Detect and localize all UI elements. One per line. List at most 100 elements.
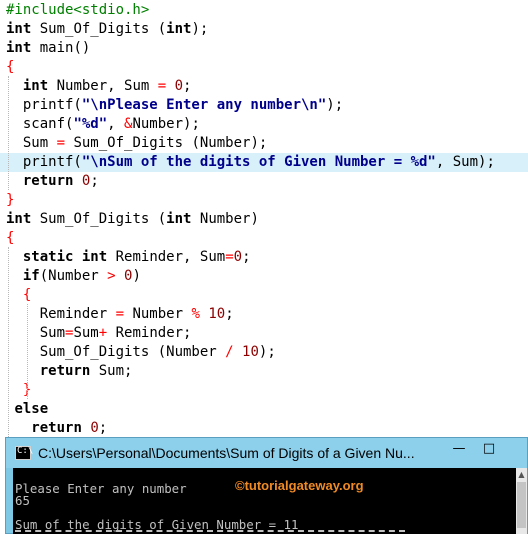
- code-token: scanf(: [6, 116, 74, 132]
- code-line[interactable]: return 0;: [0, 172, 528, 191]
- code-token: ;: [242, 249, 251, 265]
- code-token: Reminder;: [107, 325, 192, 341]
- console-output[interactable]: Please Enter any number 65 Sum of the di…: [13, 468, 516, 534]
- scroll-up-arrow-icon[interactable]: ▲: [516, 470, 527, 480]
- code-token: ): [132, 268, 141, 284]
- code-line[interactable]: int Sum_Of_Digits (int);: [0, 20, 528, 39]
- indent-guide: [8, 76, 9, 190]
- code-token: Sum_Of_Digits (Number);: [65, 135, 268, 151]
- code-line[interactable]: int Number, Sum = 0;: [0, 77, 528, 96]
- console-title: C:\Users\Personal\Documents\Sum of Digit…: [38, 445, 415, 461]
- indent-guide: [8, 247, 9, 437]
- code-line[interactable]: {: [0, 58, 528, 77]
- console-titlebar[interactable]: C:\ C:\Users\Personal\Documents\Sum of D…: [6, 438, 527, 468]
- console-window[interactable]: C:\ C:\Users\Personal\Documents\Sum of D…: [5, 437, 528, 534]
- code-token: int: [166, 211, 192, 227]
- code-token: printf(: [6, 154, 82, 170]
- watermark: ©tutorialgateway.org: [235, 478, 364, 493]
- code-token: /: [225, 344, 234, 360]
- code-line[interactable]: return Sum;: [0, 362, 528, 381]
- console-output-line: 65: [15, 493, 30, 508]
- code-token: int: [6, 21, 32, 37]
- code-token: Number);: [132, 116, 200, 132]
- code-token: int: [6, 211, 32, 227]
- code-token: int: [81, 249, 108, 265]
- code-token: =: [56, 135, 66, 151]
- scroll-thumb[interactable]: [517, 482, 526, 528]
- code-line-highlighted[interactable]: printf("\nSum of the digits of Given Num…: [0, 153, 528, 172]
- code-token: Number): [191, 211, 259, 227]
- code-token: int: [22, 78, 49, 94]
- code-line[interactable]: int main(): [0, 39, 528, 58]
- code-token: Sum: [6, 325, 66, 341]
- code-token: Sum: [73, 325, 99, 341]
- minimize-button[interactable]: —: [444, 438, 474, 460]
- code-token: {: [6, 230, 15, 246]
- console-output-line: Please Enter any number: [15, 481, 187, 496]
- console-icon-text: C:\: [17, 446, 34, 456]
- code-token: {: [22, 287, 32, 303]
- code-token: #include<stdio.h>: [6, 2, 150, 18]
- code-token: Sum_Of_Digits: [31, 21, 158, 37]
- code-line[interactable]: }: [0, 191, 528, 210]
- code-token: 0: [90, 420, 99, 436]
- code-token: );: [326, 97, 344, 113]
- code-token: Number: [124, 306, 192, 322]
- code-token: return: [39, 363, 91, 379]
- code-line[interactable]: return 0;: [0, 419, 528, 438]
- maximize-button[interactable]: □: [474, 438, 504, 460]
- code-token: ,: [107, 116, 125, 132]
- code-token: "\nPlease Enter any number\n": [81, 97, 327, 113]
- indent-guide: [27, 304, 28, 399]
- code-token: =: [115, 306, 125, 322]
- code-line[interactable]: {: [0, 229, 528, 248]
- code-line[interactable]: static int Reminder, Sum=0;: [0, 248, 528, 267]
- code-editor[interactable]: #include<stdio.h> int Sum_Of_Digits (int)…: [0, 0, 528, 440]
- code-token: ;: [98, 420, 108, 436]
- code-line[interactable]: }: [0, 381, 528, 400]
- code-token: main(): [31, 40, 91, 56]
- code-token: );: [191, 21, 209, 37]
- code-token: 0: [174, 78, 184, 94]
- code-token: return: [31, 420, 82, 436]
- code-token: ;: [225, 306, 234, 322]
- code-token: ;: [183, 78, 192, 94]
- code-token: 10: [242, 344, 259, 360]
- console-scrollbar[interactable]: ▲: [516, 468, 527, 534]
- code-token: if: [22, 268, 40, 284]
- code-token: =: [157, 78, 167, 94]
- code-token: Number, Sum: [48, 78, 158, 94]
- code-line[interactable]: Sum_Of_Digits (Number / 10);: [0, 343, 528, 362]
- code-token: %: [191, 306, 200, 322]
- code-line[interactable]: else: [0, 400, 528, 419]
- code-token: (: [157, 21, 167, 37]
- code-token: printf(: [6, 97, 82, 113]
- code-token: ;: [90, 173, 99, 189]
- code-token: "%d": [73, 116, 108, 132]
- code-token: (Number: [39, 268, 108, 284]
- code-token: int: [166, 21, 192, 37]
- code-line[interactable]: Reminder = Number % 10;: [0, 305, 528, 324]
- code-line[interactable]: Sum=Sum+ Reminder;: [0, 324, 528, 343]
- code-line[interactable]: {: [0, 286, 528, 305]
- code-token: else: [14, 401, 49, 417]
- code-line[interactable]: #include<stdio.h>: [0, 1, 528, 20]
- code-token: >: [107, 268, 116, 284]
- code-line[interactable]: Sum = Sum_Of_Digits (Number);: [0, 134, 528, 153]
- code-line[interactable]: int Sum_Of_Digits (int Number): [0, 210, 528, 229]
- code-token: (: [157, 211, 167, 227]
- code-token: Reminder: [6, 306, 116, 322]
- code-token: Reminder, Sum: [107, 249, 226, 265]
- code-token: Sum_Of_Digits (Number: [6, 344, 226, 360]
- code-line[interactable]: printf("\nPlease Enter any number\n");: [0, 96, 528, 115]
- code-line[interactable]: if(Number > 0): [0, 267, 528, 286]
- text-cursor: [15, 530, 405, 532]
- code-line[interactable]: scanf("%d", &Number);: [0, 115, 528, 134]
- code-token: , Sum);: [435, 154, 495, 170]
- code-token: Sum_Of_Digits: [31, 211, 158, 227]
